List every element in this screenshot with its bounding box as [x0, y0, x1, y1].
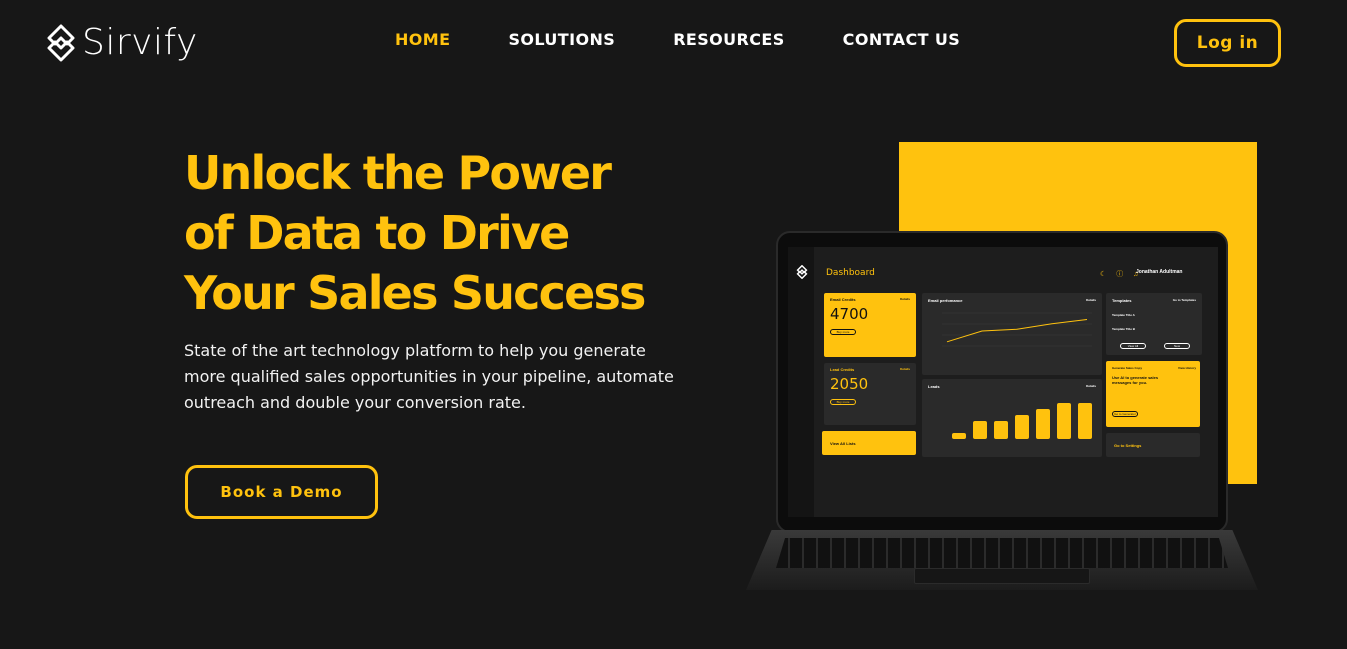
- hero-title-line: of Data to Drive: [184, 206, 570, 260]
- logo-mark-icon: [47, 24, 75, 61]
- keyboard-trackpad: [914, 568, 1090, 584]
- email-buy-more: Buy more: [830, 329, 856, 335]
- templates-view-all: View All: [1120, 343, 1146, 349]
- lead-credits-label: Lead Credits: [830, 367, 855, 372]
- hero-title: Unlock the Power of Data to Drive Your S…: [184, 143, 704, 323]
- templates-link: Go to Templates: [1172, 298, 1196, 302]
- lead-buy-more: Buy more: [830, 399, 856, 405]
- email-performance-details: Details: [1086, 298, 1096, 302]
- generate-copy-card: Generate Sales Copy View History Use AI …: [1106, 361, 1200, 427]
- templates-new: New: [1164, 343, 1190, 349]
- template-item: Template Title B: [1112, 327, 1135, 331]
- nav-home[interactable]: HOME: [395, 30, 450, 49]
- brand-logo[interactable]: Sirvify: [46, 22, 198, 63]
- email-credits-label: Email Credits: [830, 297, 856, 302]
- leads-bar: [952, 433, 966, 439]
- leads-chart: [952, 403, 1092, 439]
- leads-bar: [1078, 403, 1092, 439]
- leads-card: Leads Details: [922, 379, 1102, 457]
- lead-credits-value: 2050: [830, 375, 869, 393]
- lead-credits-card: Lead Credits Details 2050 Buy more: [824, 363, 916, 425]
- dashboard-screen: Dashboard ☾ ⓘ ♫ Jonathan Adultman Email …: [788, 247, 1218, 517]
- hero-subtitle-line: State of the art technology platform to …: [184, 341, 646, 360]
- email-performance-title: Email perfomance: [928, 298, 963, 303]
- generate-copy-link: View History: [1178, 366, 1196, 370]
- email-credits-card: Email Credits Details 4700 Buy more: [824, 293, 916, 357]
- dashboard-user: Jonathan Adultman: [1136, 269, 1183, 275]
- view-all-lists-card: View All Lists: [822, 431, 916, 455]
- generate-copy-button: Go to Generator: [1112, 411, 1138, 417]
- brand-name: Sirvify: [82, 22, 198, 63]
- email-credits-details: Details: [900, 297, 910, 301]
- email-performance-chart: [942, 312, 1092, 347]
- book-demo-button[interactable]: Book a Demo: [185, 465, 378, 519]
- email-credits-value: 4700: [830, 305, 869, 323]
- dashboard-logo-icon: [796, 265, 808, 279]
- main-nav: HOME SOLUTIONS RESOURCES CONTACT US: [395, 30, 960, 49]
- laptop-keyboard: [746, 530, 1258, 592]
- dashboard-title: Dashboard: [826, 268, 875, 278]
- leads-bar: [1057, 403, 1071, 439]
- templates-card: Templates Go to Templates Template Title…: [1106, 293, 1202, 355]
- leads-details: Details: [1086, 384, 1096, 388]
- leads-bar: [973, 421, 987, 439]
- nav-resources[interactable]: RESOURCES: [673, 30, 784, 49]
- lead-credits-details: Details: [900, 367, 910, 371]
- view-all-lists-label: View All Lists: [830, 441, 856, 446]
- nav-solutions[interactable]: SOLUTIONS: [508, 30, 615, 49]
- leads-bar: [1015, 415, 1029, 439]
- nav-contact-us[interactable]: CONTACT US: [843, 30, 961, 49]
- leads-title: Leads: [928, 384, 940, 389]
- dashboard-sidebar: [788, 247, 814, 517]
- templates-title: Templates: [1112, 298, 1132, 303]
- generate-copy-title: Generate Sales Copy: [1112, 366, 1143, 370]
- hero-subtitle-line: outreach and double your conversion rate…: [184, 393, 526, 412]
- login-button[interactable]: Log in: [1174, 19, 1281, 67]
- leads-bar: [994, 421, 1008, 439]
- settings-card: Go to Settings: [1106, 433, 1200, 457]
- hero-subtitle: State of the art technology platform to …: [184, 338, 684, 416]
- perf-line: [946, 318, 1088, 343]
- hero-subtitle-line: more qualified sales opportunities in yo…: [184, 367, 674, 386]
- leads-bar: [1036, 409, 1050, 439]
- email-performance-card: Email perfomance Details: [922, 293, 1102, 375]
- laptop-mockup: Dashboard ☾ ⓘ ♫ Jonathan Adultman Email …: [776, 231, 1228, 533]
- settings-label: Go to Settings: [1114, 443, 1142, 448]
- generate-copy-text: Use AI to generate sales messages for yo…: [1112, 375, 1159, 385]
- hero-title-line: Your Sales Success: [184, 266, 646, 320]
- template-item: Template Title A: [1112, 313, 1135, 317]
- keyboard-keys: [776, 538, 1228, 568]
- hero-title-line: Unlock the Power: [184, 146, 612, 200]
